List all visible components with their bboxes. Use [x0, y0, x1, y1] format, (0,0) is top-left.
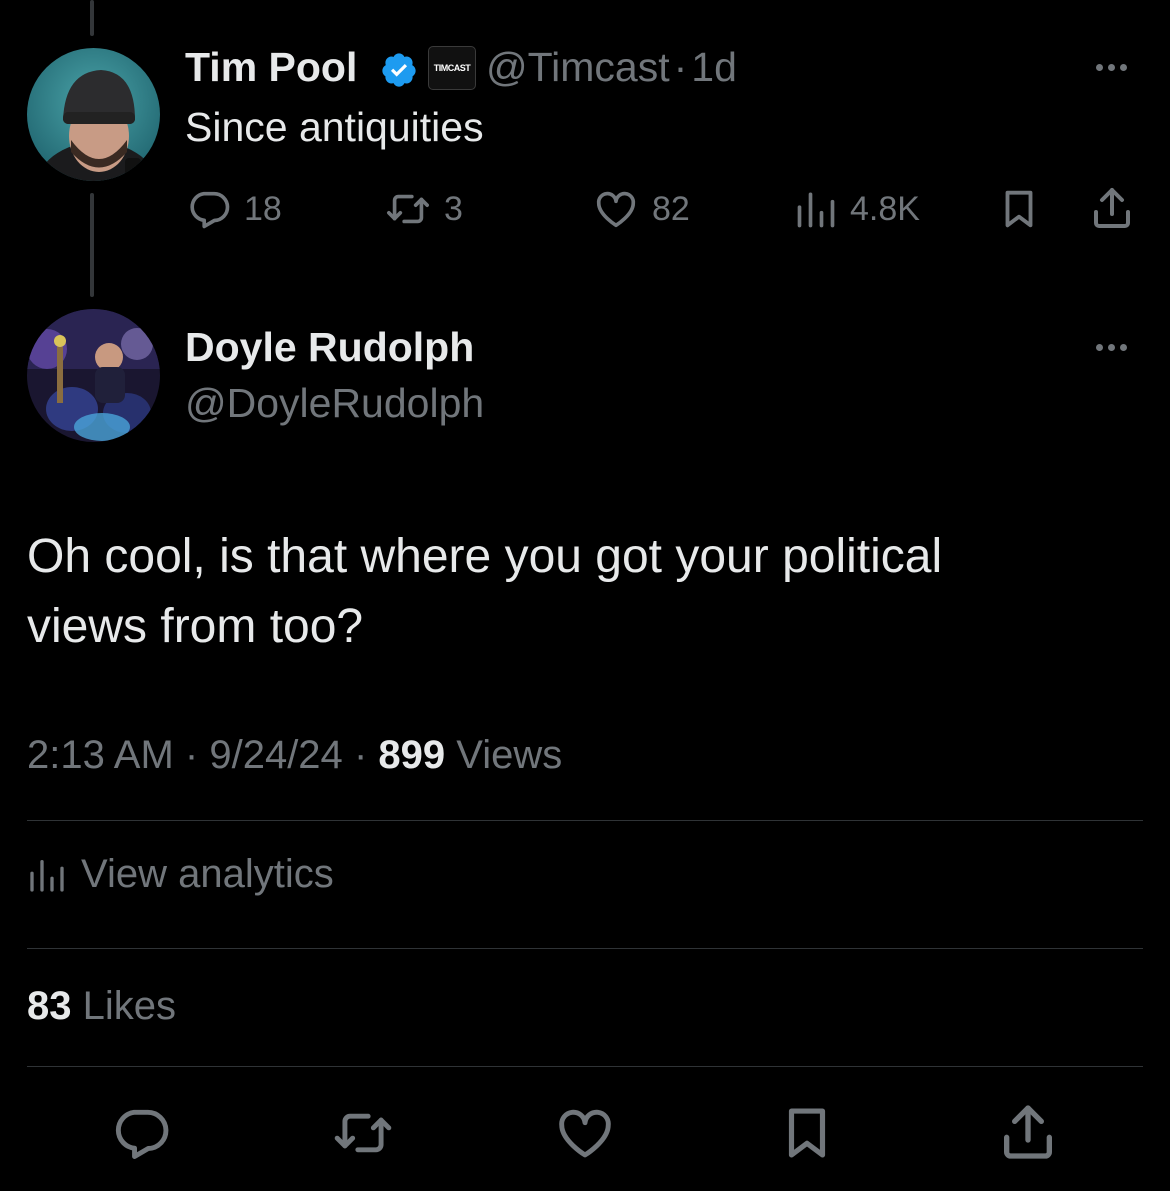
retweet-action-icon[interactable]: [330, 1102, 396, 1164]
parent-handle-row: @Timcast·1d: [486, 44, 737, 91]
reply-icon: [186, 186, 232, 232]
parent-views-count: 4.8K: [850, 189, 920, 228]
parent-reply-count: 18: [244, 189, 282, 228]
reply-text-line-2: views from too?: [27, 600, 364, 653]
thread-line-top: [90, 0, 94, 36]
parent-like-button[interactable]: 82: [592, 186, 690, 232]
divider-2: [27, 948, 1143, 949]
reply-views-label: Views: [456, 733, 563, 777]
reply-handle[interactable]: @DoyleRudolph: [185, 380, 484, 427]
parent-separator: ·: [673, 44, 688, 90]
affiliate-badge[interactable]: TIMCAST: [428, 46, 476, 90]
parent-tweet-text: Since antiquities: [185, 104, 484, 150]
reply-time[interactable]: 2:13 AM: [27, 733, 174, 777]
divider-3: [27, 1066, 1143, 1067]
parent-retweet-button[interactable]: 3: [384, 186, 463, 232]
like-icon: [592, 186, 640, 232]
parent-views-button[interactable]: 4.8K: [794, 186, 920, 232]
analytics-icon: [27, 853, 67, 897]
verified-badge-icon[interactable]: [380, 51, 418, 89]
reply-tweet-text: Oh cool, is that where you got your poli…: [27, 522, 942, 662]
reply-display-name[interactable]: Doyle Rudolph: [185, 324, 474, 371]
reply-separator-1: ·: [184, 733, 199, 777]
likes-label: Likes: [82, 984, 177, 1028]
retweet-icon: [384, 186, 432, 232]
reply-text-line-1: Oh cool, is that where you got your poli…: [27, 530, 943, 583]
parent-handle[interactable]: @Timcast: [486, 44, 670, 90]
parent-time[interactable]: 1d: [691, 44, 737, 90]
reply-meta-row: 2:13 AM · 9/24/24 · 899 Views: [27, 733, 562, 778]
reply-more-icon[interactable]: [1096, 344, 1127, 351]
parent-like-count: 82: [652, 189, 690, 228]
divider-1: [27, 820, 1143, 821]
thread-line-connector: [90, 193, 94, 297]
parent-more-icon[interactable]: [1096, 64, 1127, 71]
reply-views-count: 899: [378, 733, 446, 777]
parent-reply-button[interactable]: 18: [186, 186, 282, 232]
likes-count: 83: [27, 984, 72, 1028]
reply-separator-2: ·: [353, 733, 368, 777]
share-action-icon[interactable]: [996, 1100, 1060, 1164]
views-icon: [794, 186, 838, 232]
view-analytics-button[interactable]: View analytics: [27, 852, 334, 897]
bookmark-action-icon[interactable]: [776, 1102, 838, 1164]
affiliate-badge-label: TIMCAST: [433, 63, 471, 73]
avatar-tim-pool[interactable]: [27, 48, 160, 181]
parent-bookmark-icon[interactable]: [996, 186, 1042, 232]
likes-summary[interactable]: 83 Likes: [27, 984, 176, 1029]
reply-date[interactable]: 9/24/24: [209, 733, 342, 777]
parent-share-icon[interactable]: [1088, 184, 1136, 232]
reply-action-icon[interactable]: [110, 1102, 172, 1164]
view-analytics-label: View analytics: [81, 852, 334, 896]
parent-retweet-count: 3: [444, 189, 463, 228]
avatar-doyle-rudolph[interactable]: [27, 309, 160, 442]
parent-display-name[interactable]: Tim Pool: [185, 44, 357, 91]
like-action-icon[interactable]: [553, 1102, 617, 1164]
